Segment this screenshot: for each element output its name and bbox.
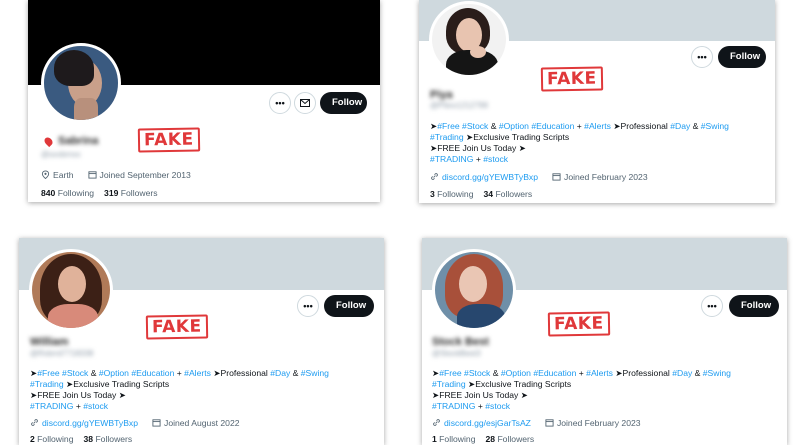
more-icon: ••• — [275, 98, 285, 108]
avatar[interactable] — [429, 1, 509, 78]
profile-meta: discord.gg/esjGarTsAZ Joined February 202… — [432, 418, 641, 428]
follow-stats: 1 Following 28 Followers — [432, 434, 534, 444]
display-name-blurred: Sabrina — [58, 135, 99, 147]
display-name-blurred: William — [30, 336, 69, 348]
fake-stamp: FAKE — [540, 66, 603, 92]
profile-link[interactable]: discord.gg/esjGarTsAZ — [444, 418, 531, 428]
calendar-icon — [87, 171, 97, 179]
profile-card-2: ••• Follow FAKE Piya @Piiixx1212799 ➤#Fr… — [419, 0, 775, 203]
profile-bio: ➤#Free #Stock & #Option #Education + #Al… — [432, 368, 784, 412]
profile-link[interactable]: discord.gg/gYEWBTyBxp — [42, 418, 138, 428]
joined-date: Joined August 2022 — [164, 418, 240, 428]
follow-button[interactable]: Follow — [718, 46, 766, 68]
display-name-blurred: Piya — [430, 89, 453, 101]
profile-card-3: ••• Follow FAKE William @Rxbrrd7718338 ➤… — [19, 238, 384, 445]
follow-stats: 840 Following 319 Followers — [41, 188, 158, 198]
profile-meta: discord.gg/gYEWBTyBxp Joined February 202… — [430, 172, 648, 182]
followers-count[interactable]: 319 — [104, 188, 118, 198]
bio-line-3: ➤FREE Join Us Today ➤ — [432, 390, 528, 400]
calendar-icon — [545, 419, 554, 427]
more-icon: ••• — [707, 301, 717, 311]
more-options-button[interactable]: ••• — [297, 295, 319, 317]
link-icon — [433, 419, 440, 426]
following-label[interactable]: Following — [437, 189, 473, 199]
handle-blurred: @sxxbrnxx — [41, 150, 81, 159]
bio-line-1: ➤#Free #Stock & #Option #Education + #Al… — [30, 368, 329, 378]
more-options-button[interactable]: ••• — [701, 295, 723, 317]
avatar[interactable] — [29, 249, 113, 331]
profile-link[interactable]: discord.gg/gYEWBTyBxp — [442, 172, 538, 182]
followers-label[interactable]: Followers — [121, 188, 158, 198]
joined-date: Joined February 2023 — [564, 172, 648, 182]
handle-blurred: @Piiixx1212799 — [430, 101, 488, 110]
handle-blurred: @StockBest3 — [432, 349, 481, 358]
bio-line-3: ➤FREE Join Us Today ➤ — [430, 143, 526, 153]
following-count[interactable]: 3 — [430, 189, 435, 199]
more-options-button[interactable]: ••• — [269, 92, 291, 114]
calendar-icon — [552, 173, 561, 181]
more-icon: ••• — [697, 52, 707, 62]
handle-blurred: @Rxbrrd7718338 — [30, 349, 94, 358]
joined-date: Joined February 2023 — [556, 418, 641, 428]
bio-line-1: ➤#Free #Stock & #Option #Education + #Al… — [430, 121, 729, 131]
more-options-button[interactable]: ••• — [691, 46, 713, 68]
location-pin-icon — [42, 135, 55, 148]
follow-stats: 2 Following 38 Followers — [30, 434, 132, 444]
display-name-blurred: Stock Best — [432, 336, 489, 348]
avatar[interactable] — [41, 43, 121, 123]
bio-line-2: #Trading ➤Exclusive Trading Scripts — [432, 379, 572, 389]
profile-meta: discord.gg/gYEWBTyBxp Joined August 2022 — [30, 418, 240, 428]
profile-meta: Earth Joined September 2013 — [41, 170, 191, 180]
followers-count[interactable]: 38 — [83, 434, 93, 444]
followers-label[interactable]: Followers — [497, 434, 534, 444]
envelope-icon — [300, 99, 310, 107]
bio-line-2: #Trading ➤Exclusive Trading Scripts — [430, 132, 570, 142]
profile-bio: ➤#Free #Stock & #Option #Education + #Al… — [30, 368, 380, 412]
profile-bio: ➤#Free #Stock & #Option #Education + #Al… — [430, 121, 770, 165]
following-count[interactable]: 840 — [41, 188, 55, 198]
profile-card-1: ••• Follow Sabrina @sxxbrnxx FAKE Earth J… — [28, 0, 380, 202]
bio-line-2: #Trading ➤Exclusive Trading Scripts — [30, 379, 170, 389]
follow-button[interactable]: Follow — [324, 295, 374, 317]
joined-date: Joined September 2013 — [99, 170, 191, 180]
following-label[interactable]: Following — [58, 188, 94, 198]
link-icon — [431, 173, 438, 180]
fake-stamp: FAKE — [547, 311, 610, 337]
bio-line-3: ➤FREE Join Us Today ➤ — [30, 390, 126, 400]
followers-count[interactable]: 28 — [485, 434, 495, 444]
bio-line-4: #TRADING + #stock — [30, 401, 109, 411]
fake-stamp: FAKE — [137, 127, 200, 153]
bio-line-4: #TRADING + #stock — [430, 154, 509, 164]
follow-button[interactable]: Follow — [729, 295, 779, 317]
followers-label[interactable]: Followers — [495, 189, 532, 199]
more-icon: ••• — [303, 301, 313, 311]
following-count[interactable]: 1 — [432, 434, 437, 444]
following-label[interactable]: Following — [37, 434, 73, 444]
follow-button[interactable]: Follow — [320, 92, 367, 114]
location-icon — [41, 170, 50, 179]
avatar[interactable] — [432, 249, 516, 331]
message-button[interactable] — [294, 92, 316, 114]
profile-card-4: ••• Follow FAKE Stock Best @StockBest3 ➤… — [422, 238, 787, 445]
followers-label[interactable]: Followers — [95, 434, 132, 444]
following-label[interactable]: Following — [439, 434, 475, 444]
following-count[interactable]: 2 — [30, 434, 35, 444]
bio-line-4: #TRADING + #stock — [432, 401, 511, 411]
calendar-icon — [152, 419, 161, 427]
location-text: Earth — [53, 170, 74, 180]
bio-line-1: ➤#Free #Stock & #Option #Education + #Al… — [432, 368, 731, 378]
link-icon — [31, 419, 38, 426]
followers-count[interactable]: 34 — [483, 189, 493, 199]
fake-stamp: FAKE — [145, 314, 208, 340]
follow-stats: 3 Following 34 Followers — [430, 189, 532, 199]
